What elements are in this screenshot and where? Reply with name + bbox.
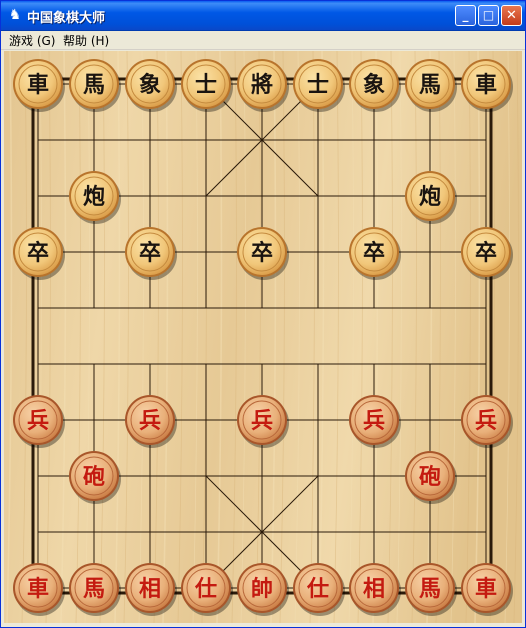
piece-label: 車: [27, 73, 49, 98]
piece-label: 卒: [363, 240, 385, 266]
piece-label: 兵: [251, 409, 273, 434]
piece-label: 馬: [419, 577, 441, 602]
window-title: 中国象棋大师: [27, 11, 106, 26]
piece-label: 士: [195, 73, 217, 98]
maximize-button[interactable]: □: [478, 5, 499, 26]
piece-label: 象: [139, 72, 161, 98]
piece-label: 砲: [83, 464, 105, 490]
piece-label: 兵: [475, 409, 497, 434]
piece-label: 馬: [83, 577, 105, 602]
piece-label: 相: [139, 577, 161, 602]
piece-label: 帥: [251, 576, 273, 602]
piece-label: 卒: [251, 240, 273, 266]
piece-label: 砲: [419, 464, 441, 490]
piece-label: 卒: [27, 240, 49, 266]
piece-label: 炮: [83, 184, 105, 210]
close-button[interactable]: ✕: [501, 5, 522, 26]
piece-label: 車: [27, 577, 49, 602]
piece-label: 馬: [83, 73, 105, 98]
piece-label: 兵: [27, 409, 49, 434]
piece-label: 仕: [306, 577, 329, 602]
piece-label: 馬: [419, 73, 441, 98]
menu-help[interactable]: 帮助 (H): [63, 32, 109, 49]
board-canvas[interactable]: 車馬象士將士象馬車炮 炮卒卒卒卒卒兵兵兵兵兵砲 砲車馬相仕帥仕相馬車: [4, 51, 522, 623]
piece-label: 卒: [475, 240, 497, 266]
chess-board[interactable]: 車馬象士將士象馬車炮炮卒卒卒卒卒兵兵兵兵兵砲砲車馬相仕帥仕相馬車: [4, 51, 522, 623]
piece-label: 仕: [194, 577, 217, 602]
app-window: ♞ 中国象棋大师 _ □ ✕ 游戏 (G) 帮助 (H) 車 馬 象 士 將 士…: [0, 0, 526, 628]
piece-label: 象: [363, 72, 385, 98]
piece-label: 士: [307, 73, 329, 98]
board-wood: [4, 51, 522, 623]
piece-label: 炮: [419, 184, 441, 210]
menu-bar: 游戏 (G) 帮助 (H): [1, 31, 525, 50]
piece-label: 相: [363, 577, 385, 602]
piece-label: 兵: [139, 409, 161, 434]
minimize-button[interactable]: _: [455, 5, 476, 26]
chess-app-icon[interactable]: ♞: [7, 6, 23, 24]
piece-label: 將: [251, 73, 273, 98]
piece-label: 車: [475, 73, 497, 98]
menu-game[interactable]: 游戏 (G): [9, 32, 55, 49]
title-bar[interactable]: ♞ 中国象棋大师 _ □ ✕: [1, 1, 525, 31]
piece-label: 兵: [363, 409, 385, 434]
piece-label: 卒: [139, 240, 161, 266]
piece-label: 車: [475, 577, 497, 602]
